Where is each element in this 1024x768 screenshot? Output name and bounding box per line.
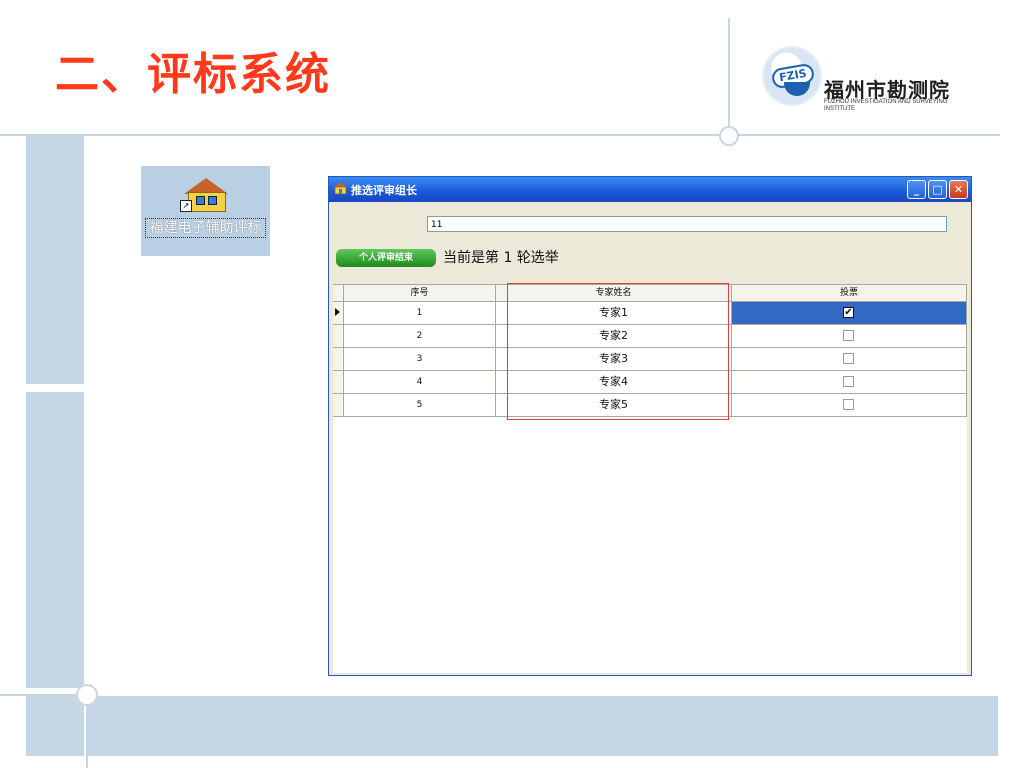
window-titlebar[interactable]: 推选评审组长 _ □ ✕ xyxy=(329,177,971,202)
row-header[interactable] xyxy=(333,394,344,416)
logo-swoosh xyxy=(784,82,810,96)
cell-expert-name: 专家2 xyxy=(496,325,732,347)
close-button[interactable]: ✕ xyxy=(949,180,968,199)
window-client-area: 11 个人评审结束 当前是第 1 轮选举 序号 专家姓名 投票 1 专家1 ✔ 2 专家… xyxy=(332,202,968,673)
cell-no: 4 xyxy=(344,371,496,393)
row-header[interactable] xyxy=(333,371,344,393)
house-window xyxy=(208,196,217,205)
table-row[interactable]: 5 专家5 xyxy=(333,394,967,417)
vote-checkbox[interactable] xyxy=(843,376,854,387)
decor-bottom-band-left xyxy=(26,696,84,756)
cell-expert-name: 专家5 xyxy=(496,394,732,416)
house-body xyxy=(188,192,226,212)
app-icon xyxy=(334,182,347,195)
column-header-vote[interactable]: 投票 xyxy=(732,285,967,301)
decor-bottom-circle xyxy=(76,684,98,706)
institute-logo: FZIS 福州市勘测院 FUZHOU INVESTIGATION AND SUR… xyxy=(762,46,972,116)
cell-expert-name: 专家4 xyxy=(496,371,732,393)
logo-badge-icon: FZIS xyxy=(762,46,822,106)
shortcut-arrow-icon: ↗ xyxy=(180,200,192,212)
table-row[interactable]: 4 专家4 xyxy=(333,371,967,394)
cell-expert-name: 专家3 xyxy=(496,348,732,370)
decor-bottom-band xyxy=(86,696,998,756)
current-row-arrow-icon xyxy=(335,308,340,316)
desktop-shortcut-label: 福建电子辅助评标 xyxy=(145,218,266,238)
grid-header: 序号 专家姓名 投票 xyxy=(333,285,967,302)
decor-horizontal-line xyxy=(0,134,1000,136)
round-status: 当前是第 1 轮选举 xyxy=(443,250,559,266)
row-header[interactable] xyxy=(333,325,344,347)
cell-no: 3 xyxy=(344,348,496,370)
cell-vote[interactable] xyxy=(732,348,967,370)
cell-no: 2 xyxy=(344,325,496,347)
vote-checkbox[interactable]: ✔ xyxy=(843,307,854,318)
decor-vertical-line xyxy=(728,18,730,136)
cell-expert-name: 专家1 xyxy=(496,302,732,324)
cell-vote[interactable] xyxy=(732,394,967,416)
window-title: 推选评审组长 xyxy=(351,184,417,197)
desktop-shortcut[interactable]: ↗ 福建电子辅助评标 xyxy=(141,166,270,256)
cell-no: 5 xyxy=(344,394,496,416)
row-header[interactable] xyxy=(333,348,344,370)
cell-vote[interactable]: ✔ xyxy=(732,302,967,324)
column-header-no[interactable]: 序号 xyxy=(344,285,496,301)
decor-circle xyxy=(719,126,739,146)
house-icon: ↗ xyxy=(178,172,232,212)
vote-checkbox[interactable] xyxy=(843,330,854,341)
logo-subtitle: FUZHOU INVESTIGATION AND SURVEYING INSTI… xyxy=(824,99,948,112)
decor-left-band-top xyxy=(26,136,84,384)
cell-vote[interactable] xyxy=(732,371,967,393)
row-header[interactable] xyxy=(333,302,344,324)
cell-vote[interactable] xyxy=(732,325,967,347)
minimize-button[interactable]: _ xyxy=(907,180,926,199)
slide-title: 二、评标系统 xyxy=(55,49,331,100)
maximize-button[interactable]: □ xyxy=(928,180,947,199)
value-input[interactable]: 11 xyxy=(427,216,947,232)
vote-checkbox[interactable] xyxy=(843,353,854,364)
expert-grid: 序号 专家姓名 投票 1 专家1 ✔ 2 专家2 3 专家3 4 专家4 5 专家5 xyxy=(333,284,967,673)
table-row[interactable]: 1 专家1 ✔ xyxy=(333,302,967,325)
vote-checkbox[interactable] xyxy=(843,399,854,410)
dialog-window: 推选评审组长 _ □ ✕ 11 个人评审结束 当前是第 1 轮选举 序号 专家姓… xyxy=(328,176,972,676)
decor-left-band-bottom xyxy=(26,392,84,688)
decor-bottom-line xyxy=(0,694,86,696)
cell-no: 1 xyxy=(344,302,496,324)
table-row[interactable]: 3 专家3 xyxy=(333,348,967,371)
table-row[interactable]: 2 专家2 xyxy=(333,325,967,348)
end-review-button[interactable]: 个人评审结束 xyxy=(336,249,436,267)
row-header-corner xyxy=(333,285,344,301)
house-window xyxy=(196,196,205,205)
column-header-name[interactable]: 专家姓名 xyxy=(496,285,732,301)
